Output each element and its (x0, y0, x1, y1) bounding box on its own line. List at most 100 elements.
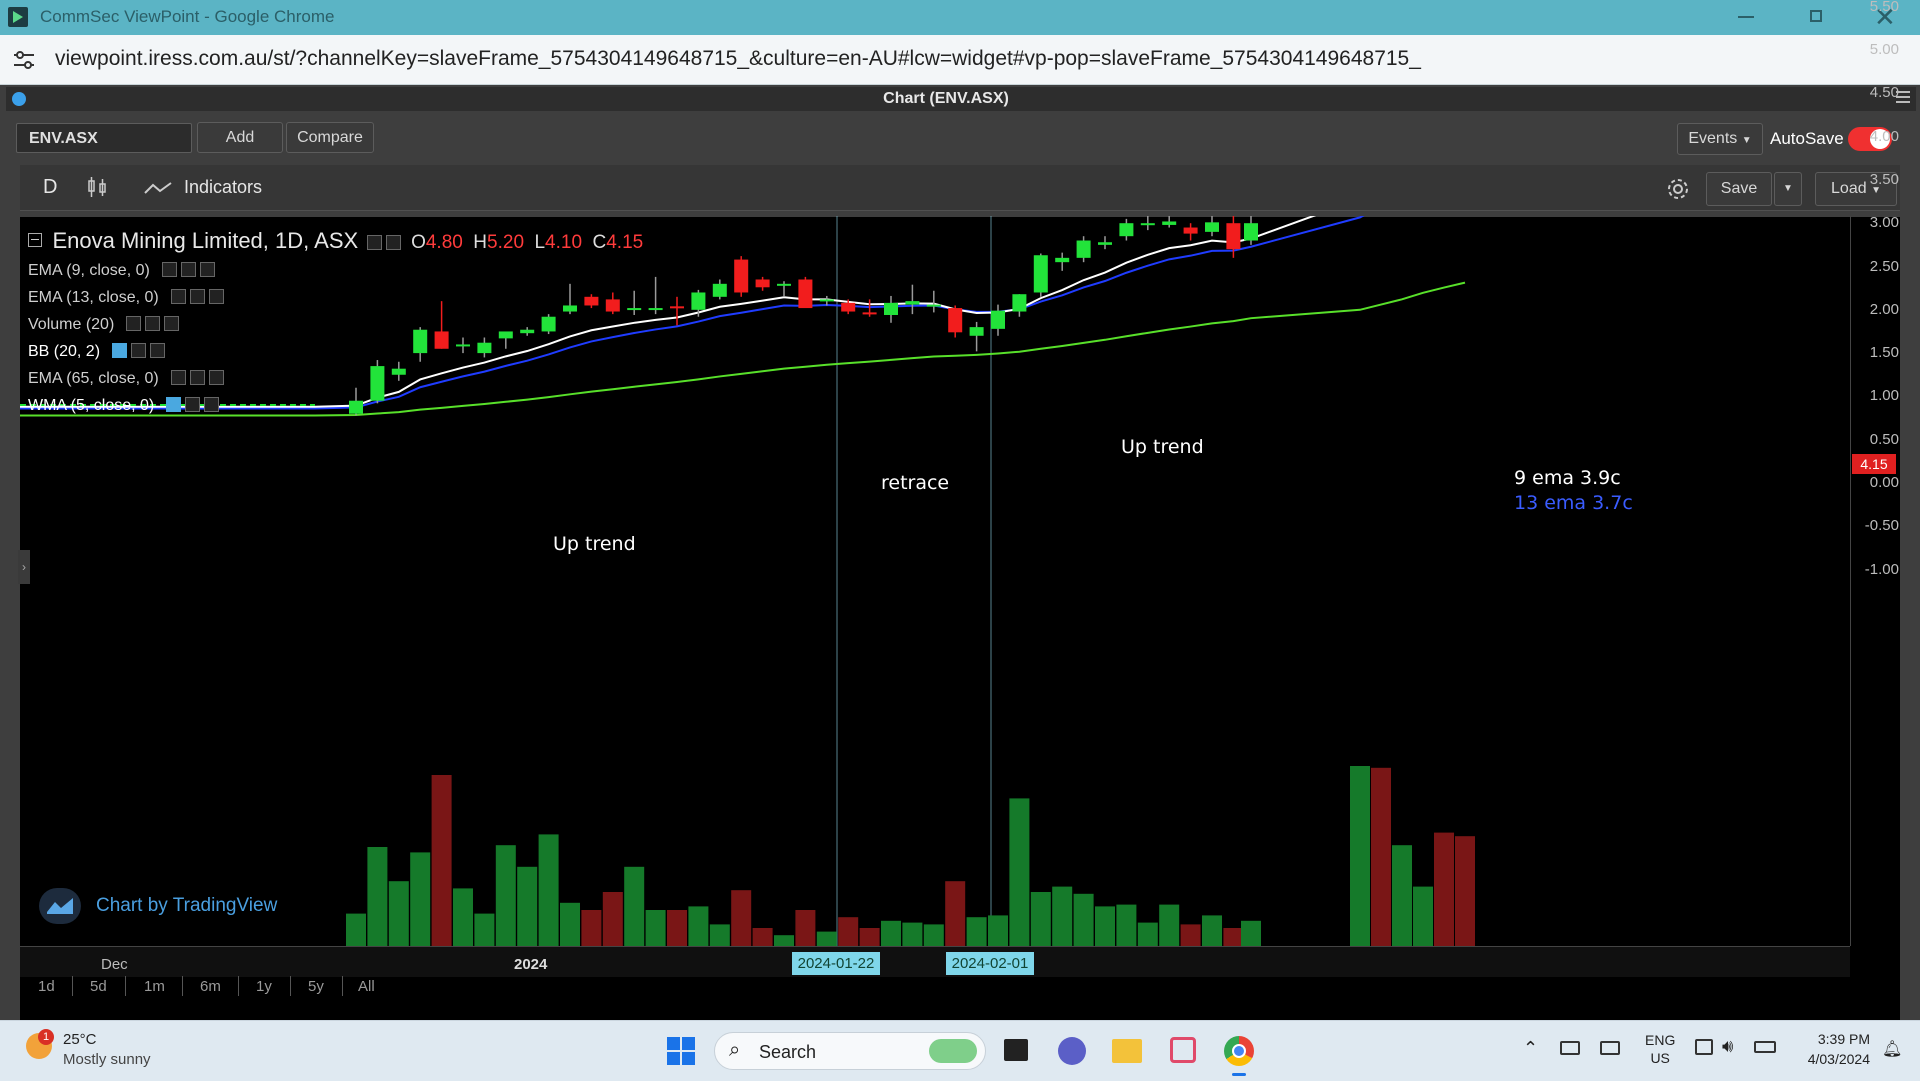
volume-bar (1052, 886, 1073, 946)
price-chart[interactable] (20, 216, 1850, 946)
indicator-row: EMA (13, close, 0) (28, 289, 224, 307)
volume-bar (1434, 832, 1454, 946)
remove-icon[interactable] (204, 397, 220, 412)
timeframe-5y[interactable]: 5y (308, 978, 324, 995)
teams-chat-icon[interactable] (1058, 1037, 1086, 1065)
candles-style-icon[interactable] (86, 175, 108, 199)
timeframe-1d[interactable]: 1d (38, 978, 55, 995)
start-button-icon[interactable] (667, 1037, 695, 1065)
keyboard-icon[interactable] (1560, 1041, 1580, 1055)
timeframe-all[interactable]: All (358, 978, 375, 995)
volume-bar (1180, 924, 1201, 946)
indicator-row: EMA (9, close, 0) (28, 262, 215, 280)
candle-body (712, 283, 727, 297)
interval-button[interactable]: D (43, 176, 57, 199)
settings-icon[interactable] (385, 235, 401, 250)
volume-bar (453, 888, 473, 946)
candle-body (391, 368, 406, 375)
events-dropdown[interactable]: Events ▼ (1677, 123, 1763, 155)
candle-body (841, 302, 856, 312)
language-indicator[interactable]: ENG US (1645, 1031, 1675, 1067)
timeframe-5d[interactable]: 5d (90, 978, 107, 995)
taskbar-search[interactable]: ⌕ Search (714, 1032, 986, 1070)
clock-time[interactable]: 3:39 PM (1800, 1031, 1870, 1047)
eye-icon[interactable] (170, 370, 186, 385)
candle-body (456, 344, 470, 347)
add-button[interactable]: Add (197, 122, 283, 153)
volume-bar (838, 917, 859, 946)
url-text[interactable]: viewpoint.iress.com.au/st/?channelKey=sl… (55, 47, 1421, 71)
volume-bar (902, 922, 923, 946)
candle-body (1119, 223, 1134, 237)
remove-icon[interactable] (199, 262, 215, 277)
settings-gear-icon[interactable] (1664, 175, 1692, 203)
gear-icon[interactable] (189, 370, 205, 385)
low-value: 4.10 (545, 232, 583, 253)
site-settings-icon[interactable] (12, 49, 36, 71)
network-icon[interactable] (1695, 1039, 1713, 1055)
weather-desc: Mostly sunny (63, 1051, 151, 1068)
timeframe-1m[interactable]: 1m (144, 978, 165, 995)
indicators-button[interactable]: Indicators (184, 177, 262, 198)
gear-icon[interactable] (180, 262, 196, 277)
eye-icon[interactable] (126, 316, 142, 331)
indicators-icon[interactable] (144, 181, 172, 195)
notifications-bell-icon[interactable]: 🔔︎ (1882, 1039, 1902, 1059)
volume-icon[interactable]: 🔊︎ (1722, 1036, 1733, 1057)
price-tick-label: 3.00 (1869, 214, 1899, 232)
volume-bar (367, 847, 388, 946)
time-label-year: 2024 (514, 956, 548, 973)
candle-body (1098, 242, 1112, 245)
candle-body (905, 301, 920, 305)
tradingview-logo-icon (39, 888, 81, 924)
symbol-title: Enova Mining Limited, 1D, ASX (52, 228, 359, 253)
indicator-label: EMA (9, close, 0) (28, 262, 150, 279)
save-button[interactable]: Save (1706, 172, 1772, 206)
volume-bar (624, 866, 645, 946)
chevron-up-icon[interactable]: ⌃ (1523, 1038, 1538, 1059)
timeframe-1y[interactable]: 1y (256, 978, 272, 995)
time-label-crosshair-1: 2024-01-22 (792, 952, 880, 975)
task-view-icon[interactable] (1004, 1039, 1028, 1061)
gear-icon[interactable] (145, 316, 161, 331)
minimize-icon[interactable] (1738, 16, 1754, 18)
save-options-dropdown[interactable]: ▼ (1774, 172, 1802, 206)
clock-date[interactable]: 4/03/2024 (1790, 1051, 1870, 1067)
gear-icon[interactable] (189, 289, 205, 304)
eye-icon[interactable] (161, 262, 177, 277)
chevron-down-icon: ▼ (1741, 135, 1752, 146)
volume-bar (645, 910, 666, 946)
volume-bar (795, 910, 816, 946)
visibility-icon[interactable] (366, 235, 382, 250)
candle-body (862, 312, 877, 315)
snipping-tool-icon[interactable] (1170, 1037, 1196, 1063)
gear-icon[interactable] (185, 397, 201, 412)
remove-icon[interactable] (150, 343, 166, 358)
remove-icon[interactable] (208, 289, 224, 304)
eye-icon[interactable] (112, 343, 128, 358)
file-explorer-icon[interactable] (1112, 1039, 1142, 1063)
chrome-taskbar-icon[interactable] (1224, 1036, 1254, 1066)
collapse-legend-icon[interactable] (28, 233, 42, 247)
volume-bar (945, 881, 966, 946)
remove-icon[interactable] (208, 370, 224, 385)
compare-button[interactable]: Compare (286, 122, 374, 153)
ema65-line (20, 281, 1466, 417)
remove-icon[interactable] (164, 316, 180, 331)
timeframe-6m[interactable]: 6m (200, 978, 221, 995)
eye-icon[interactable] (170, 289, 186, 304)
time-axis[interactable] (20, 946, 1850, 977)
price-axis[interactable]: 6.506.005.505.004.504.003.503.002.502.00… (1850, 0, 1903, 946)
battery-icon[interactable] (1754, 1041, 1776, 1053)
display-icon[interactable] (1600, 1041, 1620, 1055)
restore-icon[interactable] (1810, 10, 1822, 22)
volume-bar (431, 775, 452, 946)
volume-bar (667, 910, 687, 946)
price-tick-label: 2.50 (1869, 257, 1899, 275)
symbol-input[interactable]: ENV.ASX (16, 123, 192, 153)
candle-body (991, 310, 1005, 329)
gear-icon[interactable] (131, 343, 147, 358)
candle-body (1033, 255, 1048, 293)
eye-icon[interactable] (166, 397, 182, 412)
active-app-indicator (1232, 1073, 1246, 1076)
